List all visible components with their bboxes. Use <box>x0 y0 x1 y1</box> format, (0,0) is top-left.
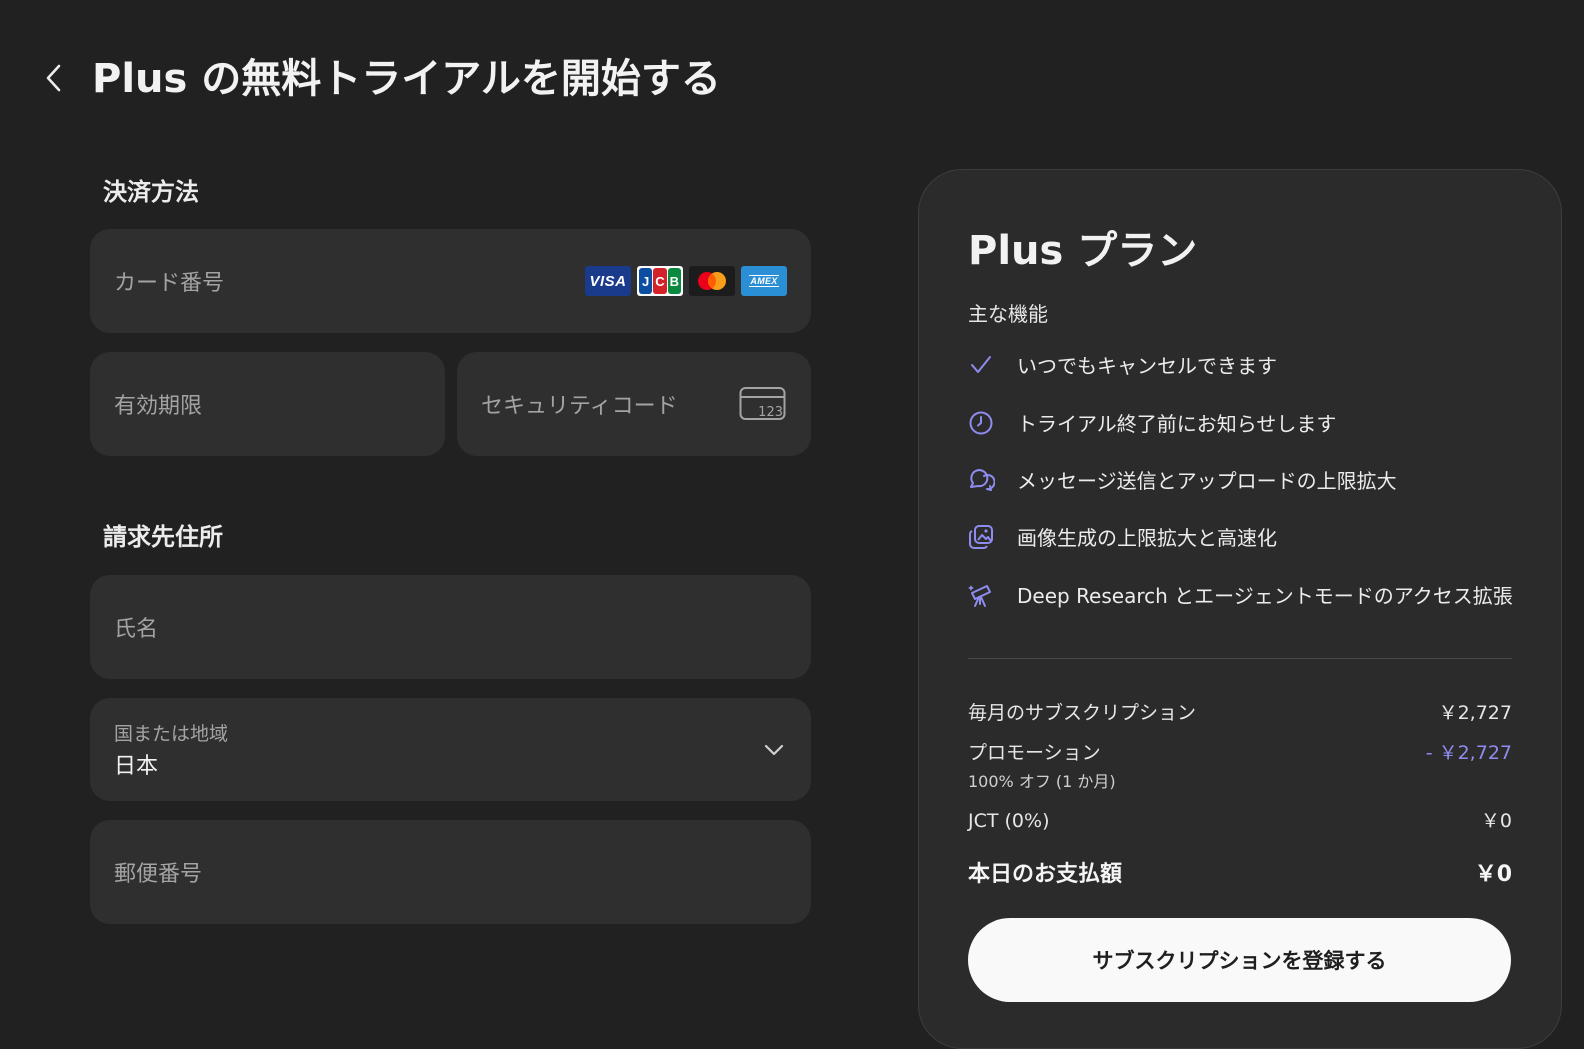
visa-logo: VISA <box>585 266 631 296</box>
country-select[interactable]: 国または地域 日本 <box>90 698 811 801</box>
country-label: 国または地域 <box>114 723 229 745</box>
page-title: Plus の無料トライアルを開始する <box>92 56 721 102</box>
clock-icon <box>967 409 995 437</box>
chevron-left-icon <box>46 64 61 92</box>
check-icon <box>967 351 995 379</box>
plan-title: Plus プラン <box>968 228 1198 274</box>
tax-value: ￥0 <box>1480 810 1512 832</box>
name-field[interactable]: 氏名 <box>90 575 811 679</box>
name-placeholder: 氏名 <box>114 617 159 642</box>
feature-item: メッセージ送信とアップロードの上限拡大 <box>967 465 1397 494</box>
amex-logo: AMEX <box>741 266 787 296</box>
card-number-placeholder: カード番号 <box>114 271 225 296</box>
tax-row: JCT (0%) ￥0 <box>968 806 1512 833</box>
security-code-placeholder: セキュリティコード <box>481 394 678 419</box>
chat-bubbles-icon <box>967 466 995 494</box>
postal-code-placeholder: 郵便番号 <box>114 862 203 887</box>
feature-text: 画像生成の上限拡大と高速化 <box>1017 526 1277 550</box>
feature-item: Deep Research とエージェントモードのアクセス拡張 <box>967 580 1513 609</box>
total-value: ￥0 <box>1474 862 1512 887</box>
feature-text: いつでもキャンセルできます <box>1017 354 1277 378</box>
back-button[interactable] <box>36 56 72 100</box>
total-label: 本日のお支払額 <box>968 862 1123 887</box>
card-cvc-icon: 123 <box>739 387 786 420</box>
feature-text: トライアル終了前にお知らせします <box>1017 412 1337 436</box>
cvc-icon-text: 123 <box>758 405 783 420</box>
chevron-down-icon <box>764 744 784 755</box>
mastercard-logo <box>689 266 735 296</box>
promotion-value: - ￥2,727 <box>1425 742 1512 764</box>
feature-item: いつでもキャンセルできます <box>967 350 1277 379</box>
billing-address-heading: 請求先住所 <box>103 523 223 551</box>
country-value: 日本 <box>114 754 159 779</box>
plan-summary-card: Plus プラン 主な機能 いつでもキャンセルできます トライアル終了前にお知ら… <box>918 169 1562 1049</box>
security-code-field[interactable]: セキュリティコード 123 <box>457 352 811 456</box>
telescope-icon <box>967 581 995 609</box>
promotion-row: プロモーション - ￥2,727 <box>968 738 1512 765</box>
subscribe-button[interactable]: サブスクリプションを登録する <box>968 918 1511 1002</box>
postal-code-field[interactable]: 郵便番号 <box>90 820 811 924</box>
monthly-value: ￥2,727 <box>1438 702 1512 724</box>
feature-text: Deep Research とエージェントモードのアクセス拡張 <box>1017 584 1513 608</box>
expiry-field[interactable]: 有効期限 <box>90 352 445 456</box>
tax-label: JCT (0%) <box>968 810 1050 832</box>
card-number-field[interactable]: カード番号 VISA J C B AMEX <box>90 229 811 333</box>
jcb-logo: J C B <box>637 266 683 296</box>
country-stack: 国または地域 日本 <box>114 719 228 780</box>
feature-item: 画像生成の上限拡大と高速化 <box>967 522 1277 551</box>
payment-method-heading: 決済方法 <box>103 178 199 206</box>
features-heading: 主な機能 <box>968 302 1048 326</box>
card-brand-logos: VISA J C B AMEX <box>585 266 787 296</box>
monthly-subscription-row: 毎月のサブスクリプション ￥2,727 <box>968 698 1512 725</box>
monthly-label: 毎月のサブスクリプション <box>968 702 1197 724</box>
expiry-placeholder: 有効期限 <box>114 394 203 419</box>
feature-item: トライアル終了前にお知らせします <box>967 408 1336 437</box>
promotion-label: プロモーション <box>968 742 1101 764</box>
promotion-detail: 100% オフ (1 か月) <box>968 772 1116 791</box>
total-row: 本日のお支払額 ￥0 <box>968 856 1512 888</box>
image-icon <box>967 523 995 551</box>
feature-text: メッセージ送信とアップロードの上限拡大 <box>1017 469 1397 493</box>
divider <box>968 658 1512 659</box>
